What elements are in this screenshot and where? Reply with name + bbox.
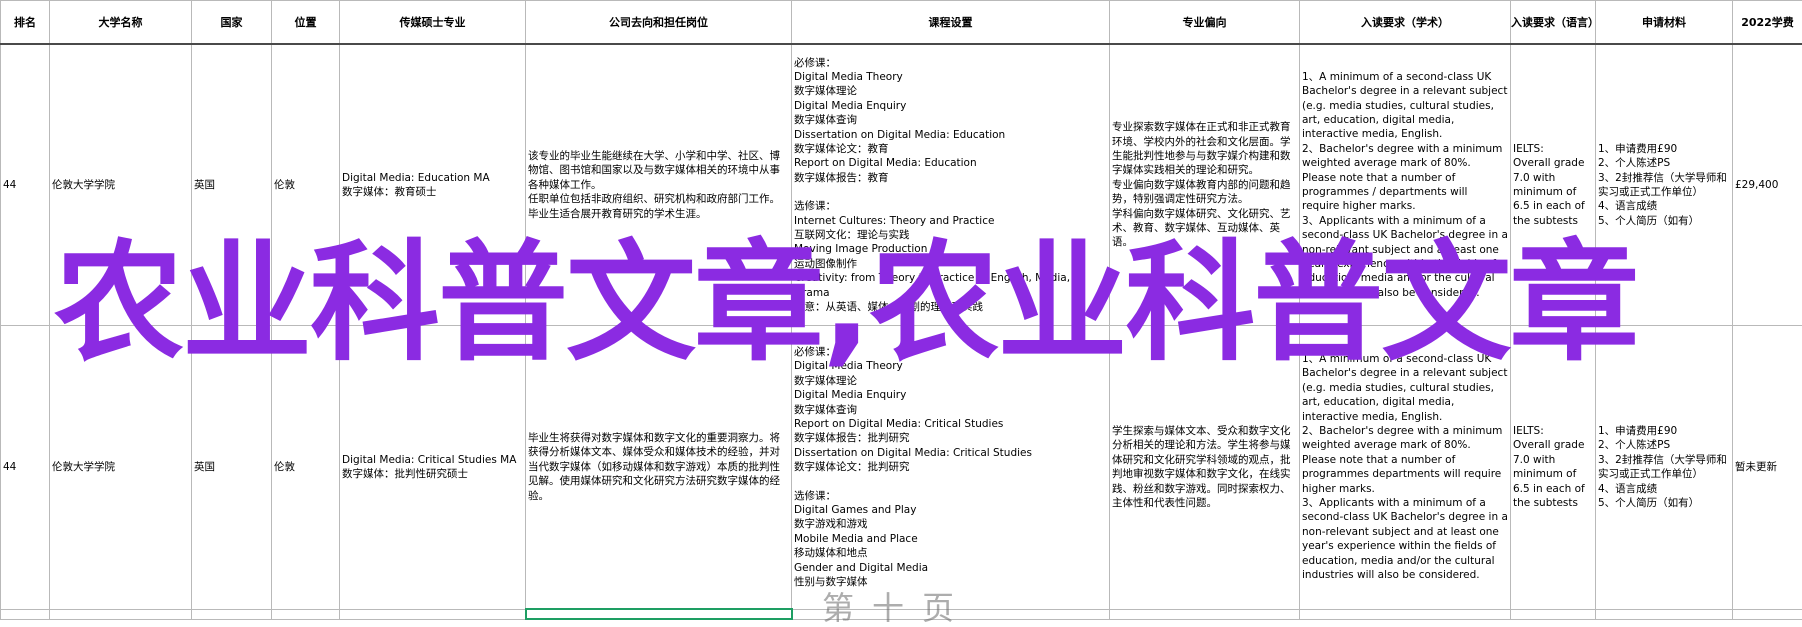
cell-tuition[interactable]: 暂未更新 xyxy=(1733,326,1802,610)
header-cell-academic-req[interactable]: 入读要求（学术） xyxy=(1300,1,1511,45)
table-row: 44 伦敦大学学院 英国 伦敦 Digital Media: Critical … xyxy=(1,326,1802,610)
cell-empty[interactable] xyxy=(340,609,526,619)
selected-cell[interactable] xyxy=(526,609,792,619)
cell-major[interactable]: Digital Media: Critical Studies MA 数字媒体：… xyxy=(340,326,526,610)
elective-courses: 选修课： Internet Cultures: Theory and Pract… xyxy=(794,199,1107,314)
required-courses: 必修课： Digital Media Theory 数字媒体理论 Digital… xyxy=(794,56,1107,186)
cell-academic-req[interactable]: 1、A minimum of a second-class UK Bachelo… xyxy=(1300,326,1511,610)
spreadsheet: 排名 大学名称 国家 位置 传媒硕士专业 公司去向和担任岗位 课程设置 专业偏向… xyxy=(0,0,1802,613)
cell-location[interactable]: 伦敦 xyxy=(272,44,340,326)
cell-career[interactable]: 毕业生将获得对数字媒体和数字文化的重要洞察力。将获得分析媒体文本、媒体受众和媒体… xyxy=(526,326,792,610)
cell-empty[interactable] xyxy=(1300,609,1511,619)
cell-university[interactable]: 伦敦大学学院 xyxy=(50,44,192,326)
cell-rank[interactable]: 44 xyxy=(1,44,50,326)
cell-empty[interactable] xyxy=(272,609,340,619)
cell-country[interactable]: 英国 xyxy=(192,44,272,326)
header-cell-country[interactable]: 国家 xyxy=(192,1,272,45)
cell-country[interactable]: 英国 xyxy=(192,326,272,610)
university-table: 排名 大学名称 国家 位置 传媒硕士专业 公司去向和担任岗位 课程设置 专业偏向… xyxy=(0,0,1802,620)
elective-courses: 选修课： Digital Games and Play 数字游戏和游戏 Mobi… xyxy=(794,489,1107,590)
cell-focus[interactable]: 学生探索与媒体文本、受众和数字文化分析相关的理论和方法。学生将参与媒体研究和文化… xyxy=(1110,326,1300,610)
header-cell-university[interactable]: 大学名称 xyxy=(50,1,192,45)
header-cell-rank[interactable]: 排名 xyxy=(1,1,50,45)
cell-tuition[interactable]: £29,400 xyxy=(1733,44,1802,326)
required-courses: 必修课： Digital Media Theory 数字媒体理论 Digital… xyxy=(794,345,1107,475)
header-cell-tuition[interactable]: 2022学费 xyxy=(1733,1,1802,45)
cell-rank[interactable]: 44 xyxy=(1,326,50,610)
cell-university[interactable]: 伦敦大学学院 xyxy=(50,326,192,610)
cell-materials[interactable]: 1、申请费用£90 2、个人陈述PS 3、2封推荐信（大学导师和实习或正式工作单… xyxy=(1596,44,1733,326)
cell-empty[interactable] xyxy=(1596,609,1733,619)
cell-courses[interactable]: 必修课： Digital Media Theory 数字媒体理论 Digital… xyxy=(792,44,1110,326)
header-cell-location[interactable]: 位置 xyxy=(272,1,340,45)
header-cell-materials[interactable]: 申请材料 xyxy=(1596,1,1733,45)
header-cell-courses[interactable]: 课程设置 xyxy=(792,1,1110,45)
cell-career[interactable]: 该专业的毕业生能继续在大学、小学和中学、社区、博物馆、图书馆和国家以及与数字媒体… xyxy=(526,44,792,326)
header-cell-major[interactable]: 传媒硕士专业 xyxy=(340,1,526,45)
cell-language-req[interactable]: IELTS: Overall grade 7.0 with minimum of… xyxy=(1511,44,1596,326)
cell-academic-req[interactable]: 1、A minimum of a second-class UK Bachelo… xyxy=(1300,44,1511,326)
cell-empty[interactable] xyxy=(50,609,192,619)
cell-courses[interactable]: 必修课： Digital Media Theory 数字媒体理论 Digital… xyxy=(792,326,1110,610)
header-cell-focus[interactable]: 专业偏向 xyxy=(1110,1,1300,45)
cell-empty[interactable] xyxy=(1733,609,1802,619)
table-row: 44 伦敦大学学院 英国 伦敦 Digital Media: Education… xyxy=(1,44,1802,326)
header-cell-career[interactable]: 公司去向和担任岗位 xyxy=(526,1,792,45)
faded-caption: 第十页 xyxy=(822,592,972,624)
cell-focus[interactable]: 专业探索数字媒体在正式和非正式教育环境、学校内外的社会和文化层面。学生能批判性地… xyxy=(1110,44,1300,326)
cell-location[interactable]: 伦敦 xyxy=(272,326,340,610)
cell-empty[interactable] xyxy=(1511,609,1596,619)
header-cell-language-req[interactable]: 入读要求（语言） xyxy=(1511,1,1596,45)
cell-language-req[interactable]: IELTS: Overall grade 7.0 with minimum of… xyxy=(1511,326,1596,610)
cell-empty[interactable] xyxy=(1110,609,1300,619)
cell-empty[interactable] xyxy=(192,609,272,619)
cell-materials[interactable]: 1、申请费用£90 2、个人陈述PS 3、2封推荐信（大学导师和实习或正式工作单… xyxy=(1596,326,1733,610)
header-row: 排名 大学名称 国家 位置 传媒硕士专业 公司去向和担任岗位 课程设置 专业偏向… xyxy=(1,1,1802,45)
cell-major[interactable]: Digital Media: Education MA 数字媒体：教育硕士 xyxy=(340,44,526,326)
cell-empty[interactable] xyxy=(1,609,50,619)
